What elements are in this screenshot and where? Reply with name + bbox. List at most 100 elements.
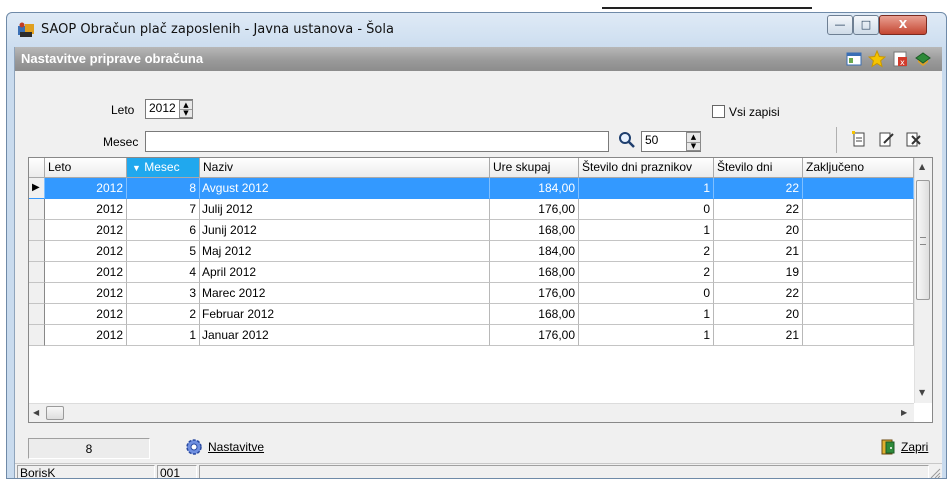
cell-mesec[interactable]: 4	[127, 262, 200, 283]
cell-mesec[interactable]: 1	[127, 325, 200, 346]
horizontal-scroll-thumb[interactable]	[46, 406, 64, 420]
row-indicator[interactable]: ▶	[29, 178, 45, 199]
scroll-right-icon[interactable]: ▶	[901, 408, 907, 417]
row-indicator[interactable]	[29, 283, 45, 304]
row-indicator[interactable]	[29, 220, 45, 241]
resize-grip-icon[interactable]	[929, 467, 941, 479]
leto-spinner[interactable]: ▲ ▼	[179, 100, 193, 118]
cell-stevilo-dni-praznikov[interactable]: 1	[579, 304, 714, 325]
column-header-mesec[interactable]: ▼ Mesec	[127, 158, 200, 178]
new-record-icon[interactable]	[850, 130, 868, 148]
mesec-search-input[interactable]	[145, 131, 609, 152]
cell-stevilo-dni[interactable]: 20	[714, 220, 803, 241]
book-help-icon[interactable]	[914, 50, 932, 68]
cell-ure-skupaj[interactable]: 176,00	[490, 283, 579, 304]
cell-mesec[interactable]: 3	[127, 283, 200, 304]
horizontal-scrollbar[interactable]: ◀ ▶	[29, 403, 914, 422]
cell-stevilo-dni[interactable]: 22	[714, 199, 803, 220]
row-indicator[interactable]	[29, 199, 45, 220]
cell-stevilo-dni[interactable]: 20	[714, 304, 803, 325]
cell-leto[interactable]: 2012	[45, 283, 127, 304]
cell-ure-skupaj[interactable]: 176,00	[490, 325, 579, 346]
maximize-button[interactable]: □	[853, 15, 879, 35]
cell-zakljuceno[interactable]	[803, 220, 914, 241]
cell-zakljuceno[interactable]	[803, 241, 914, 262]
cell-mesec[interactable]: 8	[127, 178, 200, 199]
column-header-ure-skupaj[interactable]: Ure skupaj	[490, 158, 579, 178]
table-row[interactable]: 2012 4 April 2012 168,00 2 19	[29, 262, 931, 283]
delete-record-icon[interactable]	[904, 130, 922, 148]
title-bar[interactable]: SAOP Obračun plač zaposlenih - Javna ust…	[7, 13, 946, 47]
cell-naziv[interactable]: Julij 2012	[200, 199, 490, 220]
column-header-naziv[interactable]: Naziv	[200, 158, 490, 178]
cell-stevilo-dni-praznikov[interactable]: 2	[579, 241, 714, 262]
cell-mesec[interactable]: 2	[127, 304, 200, 325]
row-indicator[interactable]	[29, 325, 45, 346]
cell-stevilo-dni-praznikov[interactable]: 2	[579, 262, 714, 283]
cell-zakljuceno[interactable]	[803, 283, 914, 304]
row-indicator[interactable]	[29, 241, 45, 262]
table-row[interactable]: 2012 2 Februar 2012 168,00 1 20	[29, 304, 931, 325]
cell-ure-skupaj[interactable]: 168,00	[490, 220, 579, 241]
vertical-scrollbar[interactable]: ▲ ▼	[914, 158, 932, 403]
row-indicator[interactable]	[29, 262, 45, 283]
favorite-star-icon[interactable]	[868, 50, 886, 68]
cell-ure-skupaj[interactable]: 176,00	[490, 199, 579, 220]
table-row[interactable]: 2012 7 Julij 2012 176,00 0 22	[29, 199, 931, 220]
close-document-icon[interactable]: x	[891, 50, 909, 68]
cell-leto[interactable]: 2012	[45, 220, 127, 241]
cell-leto[interactable]: 2012	[45, 304, 127, 325]
layout-icon[interactable]	[845, 50, 863, 68]
cell-stevilo-dni[interactable]: 22	[714, 283, 803, 304]
cell-naziv[interactable]: Avgust 2012	[200, 178, 490, 199]
cell-naziv[interactable]: Januar 2012	[200, 325, 490, 346]
table-row[interactable]: 2012 6 Junij 2012 168,00 1 20	[29, 220, 931, 241]
table-row[interactable]: 2012 3 Marec 2012 176,00 0 22	[29, 283, 931, 304]
cell-naziv[interactable]: Maj 2012	[200, 241, 490, 262]
cell-stevilo-dni[interactable]: 21	[714, 325, 803, 346]
scroll-down-icon[interactable]: ▼	[919, 388, 925, 397]
cell-naziv[interactable]: Marec 2012	[200, 283, 490, 304]
cell-stevilo-dni-praznikov[interactable]: 0	[579, 283, 714, 304]
column-header-leto[interactable]: Leto	[45, 158, 127, 178]
cell-stevilo-dni[interactable]: 19	[714, 262, 803, 283]
cell-ure-skupaj[interactable]: 184,00	[490, 241, 579, 262]
cell-leto[interactable]: 2012	[45, 262, 127, 283]
row-indicator[interactable]	[29, 304, 45, 325]
cell-ure-skupaj[interactable]: 168,00	[490, 262, 579, 283]
cell-leto[interactable]: 2012	[45, 325, 127, 346]
cell-stevilo-dni-praznikov[interactable]: 0	[579, 199, 714, 220]
cell-leto[interactable]: 2012	[45, 241, 127, 262]
cell-zakljuceno[interactable]	[803, 262, 914, 283]
vsi-zapisi-checkbox[interactable]	[712, 105, 725, 118]
cell-stevilo-dni-praznikov[interactable]: 1	[579, 220, 714, 241]
cell-mesec[interactable]: 5	[127, 241, 200, 262]
cell-naziv[interactable]: Februar 2012	[200, 304, 490, 325]
scroll-left-icon[interactable]: ◀	[33, 408, 39, 417]
cell-stevilo-dni[interactable]: 22	[714, 178, 803, 199]
cell-mesec[interactable]: 7	[127, 199, 200, 220]
cell-ure-skupaj[interactable]: 168,00	[490, 304, 579, 325]
search-icon[interactable]	[618, 131, 636, 149]
cell-mesec[interactable]: 6	[127, 220, 200, 241]
cell-leto[interactable]: 2012	[45, 178, 127, 199]
cell-naziv[interactable]: April 2012	[200, 262, 490, 283]
spin-down-icon[interactable]: ▼	[687, 142, 700, 151]
cell-leto[interactable]: 2012	[45, 199, 127, 220]
cell-zakljuceno[interactable]	[803, 304, 914, 325]
cell-zakljuceno[interactable]	[803, 199, 914, 220]
page-size-spinner[interactable]: ▲ ▼	[686, 132, 701, 151]
cell-zakljuceno[interactable]	[803, 325, 914, 346]
close-button[interactable]: Zapri	[879, 437, 939, 457]
vertical-scroll-thumb[interactable]	[916, 180, 930, 300]
column-header-stevilo-dni-praznikov[interactable]: Število dni praznikov	[579, 158, 714, 178]
table-row[interactable]: 2012 1 Januar 2012 176,00 1 21	[29, 325, 931, 346]
cell-naziv[interactable]: Junij 2012	[200, 220, 490, 241]
scroll-up-icon[interactable]: ▲	[919, 162, 925, 171]
cell-stevilo-dni-praznikov[interactable]: 1	[579, 178, 714, 199]
column-header-stevilo-dni[interactable]: Število dni	[714, 158, 803, 178]
cell-ure-skupaj[interactable]: 184,00	[490, 178, 579, 199]
table-row[interactable]: ▶ 2012 8 Avgust 2012 184,00 1 22	[29, 178, 931, 199]
data-grid[interactable]: Leto ▼ Mesec Naziv Ure skupaj Število dn…	[28, 157, 933, 423]
spin-down-icon[interactable]: ▼	[180, 109, 192, 117]
